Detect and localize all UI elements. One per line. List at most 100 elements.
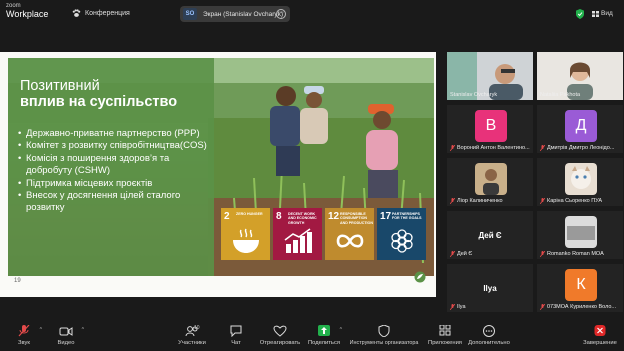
participant-display-name: Дей Є	[478, 231, 502, 240]
react-label: Отреагировать	[259, 340, 301, 346]
close-icon	[594, 325, 606, 336]
participant-tile[interactable]: К 073МОА Куриленко Воло...	[537, 264, 623, 312]
apps-label: Приложения	[428, 340, 462, 346]
sdg-tile-17: 17 PARTNERSHIPS FOR THE GOALS	[377, 208, 426, 260]
company-logo-icon	[414, 271, 426, 283]
participants-count: 10	[194, 325, 200, 331]
bullet-item: Державно-приватне партнерство (PPP)	[18, 128, 210, 141]
participant-name: Nataliia Pakhota	[540, 92, 581, 98]
avatar: Д	[565, 110, 597, 142]
screen-share-indicator[interactable]: SO Экран (Stanislav Ovcharyk) ⋯	[180, 6, 290, 22]
conference-label: Конференция	[85, 10, 130, 17]
zoom-window: zoom Workplace Конференция SO Экран (Sta…	[0, 0, 624, 351]
shared-screen[interactable]: Позитивний вплив на суспільство Державно…	[0, 52, 436, 297]
participant-name: Romanko Roman МОА	[540, 251, 604, 257]
shield-icon	[378, 325, 390, 337]
share-label: Поделиться	[307, 340, 340, 346]
partnership-flower-icon	[391, 229, 413, 253]
mic-muted-icon	[540, 145, 545, 151]
participant-display-name: Ilya	[483, 284, 497, 293]
participant-name: 073МОА Куриленко Воло...	[540, 304, 616, 310]
avatar: К	[565, 269, 597, 301]
bullet-item: Підтримка місцевих проєктів	[18, 178, 210, 191]
participant-tile[interactable]: Д Дмитрів Дмитро Леонідо...	[537, 105, 623, 153]
participant-name: Дмитрів Дмитро Леонідо...	[540, 145, 614, 151]
sdg-tile-8: 8 DECENT WORK AND ECONOMIC GROWTH	[273, 208, 322, 260]
shield-icon[interactable]	[576, 9, 584, 19]
profile-photo	[565, 163, 597, 195]
profile-photo	[565, 216, 597, 248]
sdg-text: RESPONSIBLE CONSUMPTION AND PRODUCTION	[340, 212, 373, 225]
video-camera-icon	[59, 327, 73, 336]
host-tools-button[interactable]: Инструменты организатора	[350, 325, 418, 346]
mic-muted-icon	[540, 198, 545, 204]
participant-name: Ilya	[450, 304, 466, 310]
view-button[interactable]: Вид	[592, 10, 613, 17]
sdg-number: 17	[380, 211, 392, 222]
chevron-up-icon[interactable]: ^	[82, 327, 84, 333]
end-button[interactable]: Завершение	[572, 325, 624, 346]
participant-name: Дей Є	[450, 251, 472, 257]
end-label: Завершение	[583, 340, 617, 346]
infinity-icon	[336, 234, 364, 248]
sdg-text: PARTNERSHIPS FOR THE GOALS	[392, 212, 422, 221]
logo-line-2: Workplace	[6, 9, 49, 19]
slide-title: Позитивний вплив на суспільство	[20, 78, 210, 110]
chat-label: Чат	[231, 340, 241, 346]
paw-icon	[72, 9, 81, 17]
participant-tile[interactable]: Лiор Калиниченко	[447, 158, 533, 206]
sdg-tile-2: 2 ZERO HUNGER	[221, 208, 270, 260]
mic-muted-icon	[450, 251, 455, 257]
conference-button[interactable]: Конференция	[72, 9, 130, 18]
participant-tile[interactable]: Дей Є Дей Є	[447, 211, 533, 259]
participant-tile[interactable]: Nataliia Pakhota	[537, 52, 623, 100]
heart-icon	[273, 325, 287, 337]
sdg-number: 12	[328, 211, 340, 222]
participant-tile[interactable]: Stanislav Ovcharyk	[447, 52, 533, 100]
share-screen-icon	[318, 325, 330, 336]
sdg-text: DECENT WORK AND ECONOMIC GROWTH	[288, 212, 317, 225]
participant-tile[interactable]: Ilya Ilya	[447, 264, 533, 312]
sdg-text: ZERO HUNGER	[236, 212, 263, 216]
meeting-toolbar: Звук ^ Видео ^ Участники 10 Чат Отреагир…	[0, 321, 624, 351]
slide-page-number: 19	[14, 278, 21, 284]
grid-icon	[592, 10, 599, 17]
host-tools-label: Инструменты организатора	[349, 340, 419, 346]
bullet-item: Внесок у досягнення цілей сталого розвит…	[18, 190, 210, 215]
sharer-badge: SO	[183, 8, 197, 20]
share-button[interactable]: Поделиться ^	[296, 325, 352, 346]
participant-name: Вороний Антон Валентино...	[450, 145, 530, 151]
mic-muted-icon	[450, 145, 455, 151]
chat-icon	[230, 325, 242, 337]
mic-muted-icon	[540, 251, 545, 257]
more-icon[interactable]: ⋯	[276, 9, 286, 19]
more-icon	[483, 325, 495, 337]
participant-name: Stanislav Ovcharyk	[450, 92, 498, 98]
participant-tile[interactable]: Каріна Сьоренко ПУА	[537, 158, 623, 206]
bowl-icon	[233, 228, 259, 253]
profile-photo	[475, 163, 507, 195]
participant-tile[interactable]: В Вороний Антон Валентино...	[447, 105, 533, 153]
mic-muted-icon	[450, 198, 455, 204]
bullet-item: Комітет з розвитку співробітництва(COS)	[18, 140, 210, 153]
slide-title-line1: Позитивний	[20, 78, 100, 94]
growth-chart-icon	[284, 228, 312, 253]
zoom-logo: zoom Workplace	[6, 3, 50, 19]
view-label: Вид	[601, 10, 613, 17]
participant-tile[interactable]: Romanko Roman МОА	[537, 211, 623, 259]
video-label: Видео	[57, 340, 75, 346]
video-button[interactable]: Видео ^	[38, 325, 94, 346]
participants-label: Участники	[178, 340, 206, 346]
mic-muted-icon	[450, 304, 455, 310]
top-bar: zoom Workplace Конференция SO Экран (Sta…	[0, 0, 624, 28]
share-label: Экран (Stanislav Ovcharyk)	[203, 10, 284, 18]
more-label: Дополнительно	[468, 340, 510, 346]
sdg-tile-12: 12 RESPONSIBLE CONSUMPTION AND PRODUCTIO…	[325, 208, 374, 260]
chevron-up-icon[interactable]: ^	[340, 327, 342, 333]
slide-bullets: Державно-приватне партнерство (PPP) Комі…	[18, 128, 210, 215]
participant-name: Лiор Калиниченко	[450, 198, 503, 204]
mic-muted-icon	[540, 304, 545, 310]
more-button[interactable]: Дополнительно	[461, 325, 517, 346]
participant-name: Каріна Сьоренко ПУА	[540, 198, 602, 204]
apps-icon	[439, 325, 451, 336]
